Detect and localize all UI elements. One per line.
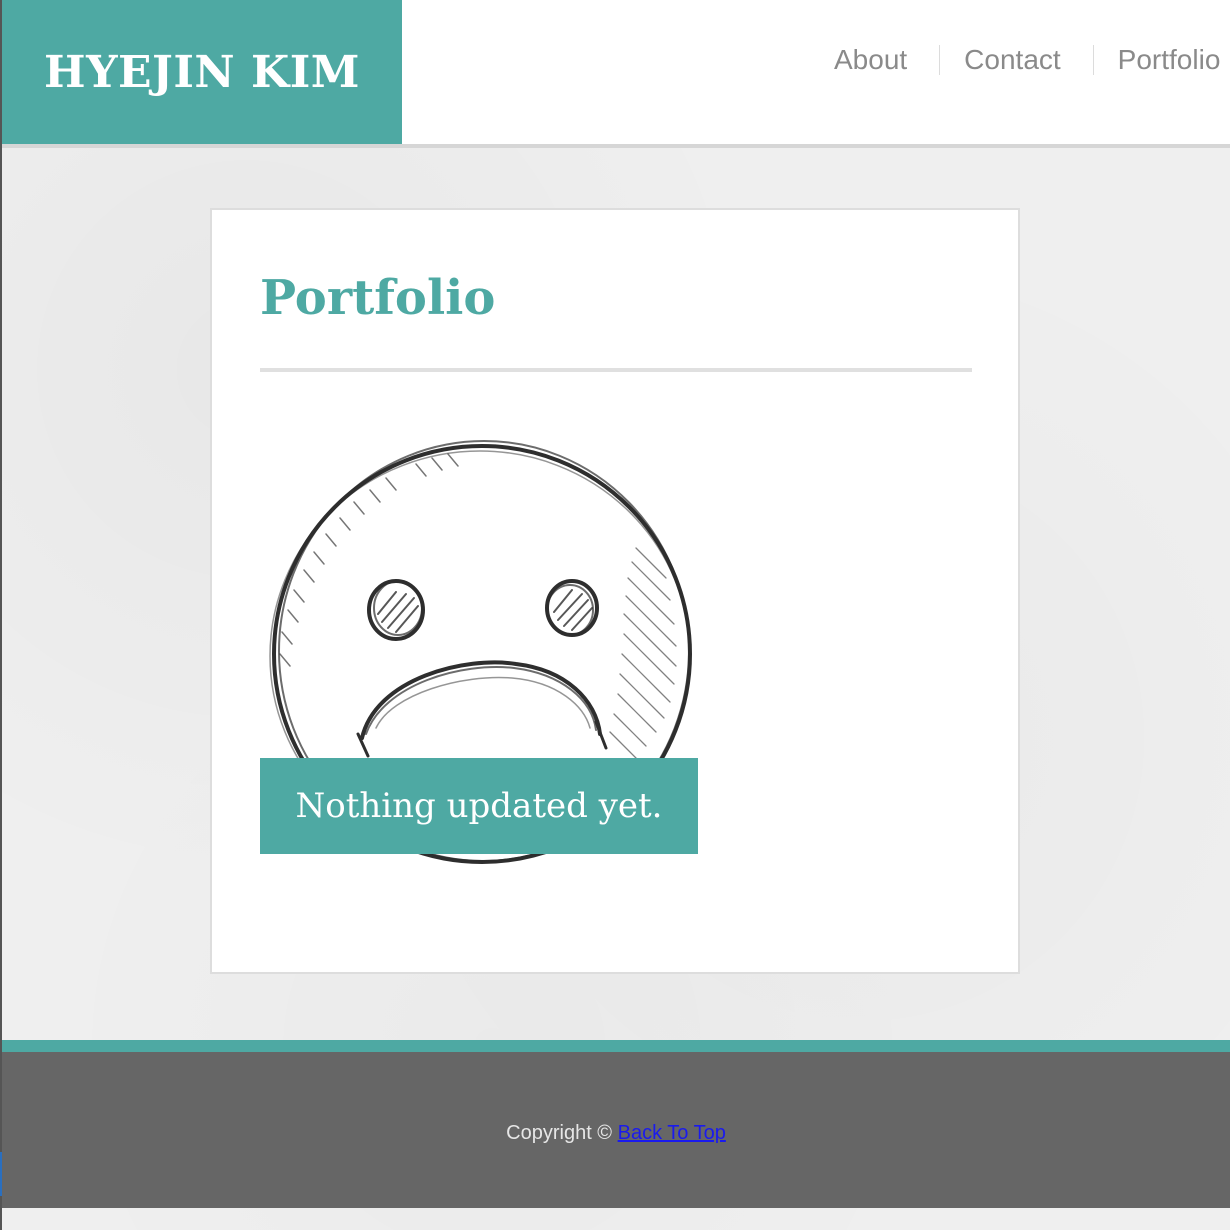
nav-portfolio-link[interactable]: Portfolio [1118, 44, 1221, 76]
portfolio-card: Portfolio Nothing updated yet. [210, 208, 1020, 974]
site-footer: Copyright © Back To Top [2, 1040, 1230, 1208]
back-to-top-link[interactable]: Back To Top [618, 1122, 726, 1144]
footer-text: Copyright © Back To Top [2, 1122, 1230, 1145]
nav-divider [939, 45, 941, 75]
site-header: HYEJIN KIM About Contact Portfolio [2, 0, 1230, 148]
nav-about-link[interactable]: About [834, 44, 907, 76]
brand-block[interactable]: HYEJIN KIM [2, 0, 402, 144]
nav-divider [1092, 45, 1094, 75]
page-title: Portfolio [260, 270, 496, 326]
empty-state-message: Nothing updated yet. [295, 786, 663, 826]
site-title[interactable]: HYEJIN KIM [44, 47, 360, 98]
title-divider [260, 368, 972, 372]
copyright-text: Copyright © [506, 1122, 613, 1144]
main-nav: About Contact Portfolio [834, 40, 1220, 80]
nav-contact-link[interactable]: Contact [964, 44, 1061, 76]
empty-state-banner: Nothing updated yet. [260, 758, 698, 854]
